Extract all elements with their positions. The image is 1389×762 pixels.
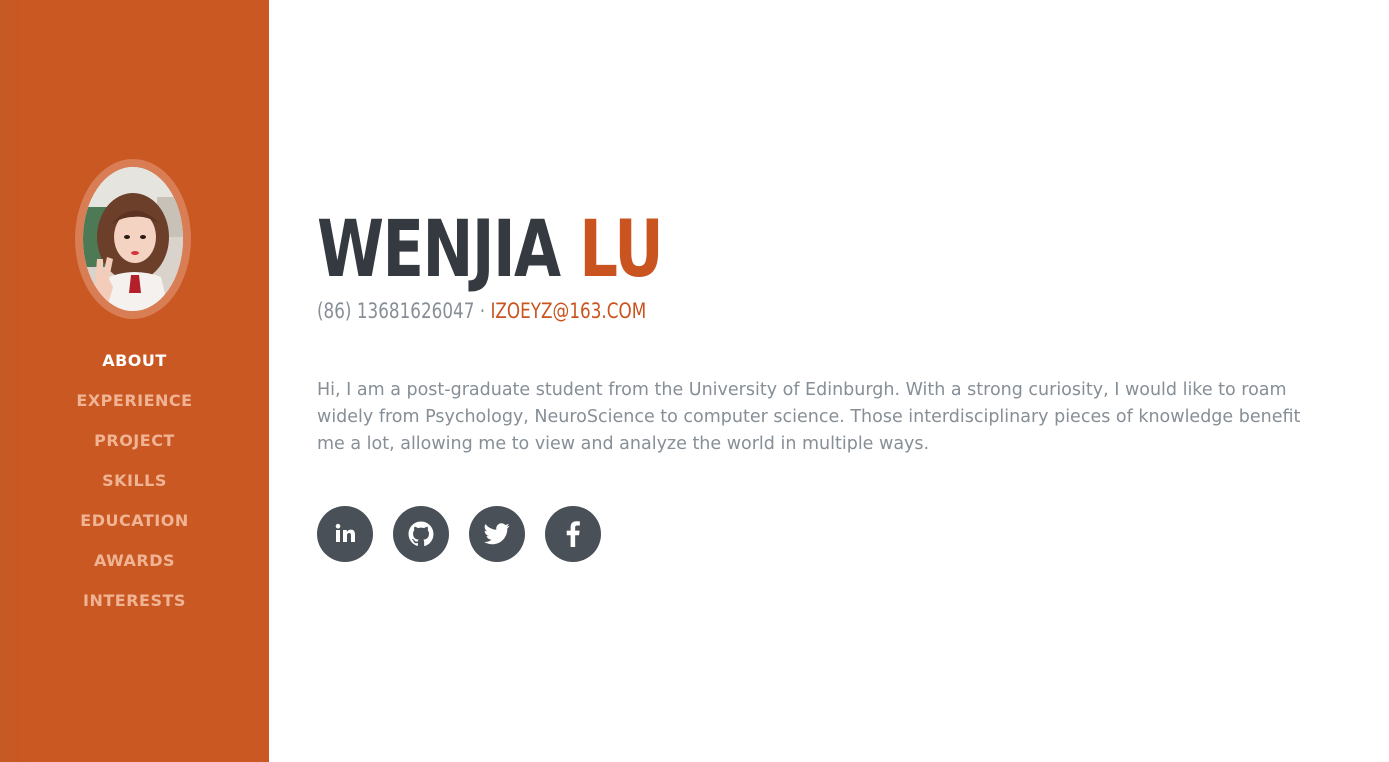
- nav-link-education[interactable]: EDUCATION: [80, 511, 188, 530]
- sidebar: ABOUT EXPERIENCE PROJECT SKILLS EDUCATIO…: [0, 0, 269, 762]
- twitter-icon: [484, 523, 510, 545]
- nav-item-interests: INTERESTS: [0, 580, 269, 620]
- sidebar-nav: ABOUT EXPERIENCE PROJECT SKILLS EDUCATIO…: [0, 340, 269, 620]
- social-links: [317, 506, 601, 562]
- avatar[interactable]: [83, 167, 183, 311]
- nav-item-project: PROJECT: [0, 420, 269, 460]
- contact-separator: ·: [479, 299, 486, 323]
- page-title: WENJIA LU: [317, 200, 664, 300]
- linkedin-button[interactable]: [317, 506, 373, 562]
- nav-item-about: ABOUT: [0, 340, 269, 380]
- last-name: LU: [579, 205, 663, 295]
- facebook-button[interactable]: [545, 506, 601, 562]
- avatar-frame: [75, 159, 191, 319]
- github-button[interactable]: [393, 506, 449, 562]
- nav-link-project[interactable]: PROJECT: [94, 431, 175, 450]
- nav-item-education: EDUCATION: [0, 500, 269, 540]
- twitter-button[interactable]: [469, 506, 525, 562]
- nav-item-experience: EXPERIENCE: [0, 380, 269, 420]
- contact-line: (86) 13681626047 · izoeyz@163.com: [317, 296, 646, 326]
- github-icon: [408, 521, 434, 547]
- facebook-icon: [566, 521, 580, 547]
- nav-link-interests[interactable]: INTERESTS: [83, 591, 186, 610]
- avatar-photo: [83, 167, 183, 311]
- nav-link-awards[interactable]: AWARDS: [94, 551, 175, 570]
- nav-link-skills[interactable]: SKILLS: [102, 471, 167, 490]
- nav-link-about[interactable]: ABOUT: [102, 351, 167, 370]
- first-name: WENJIA: [317, 205, 561, 295]
- linkedin-icon: [335, 523, 355, 542]
- nav-item-awards: AWARDS: [0, 540, 269, 580]
- phone-number: (86) 13681626047: [317, 299, 475, 323]
- bio-text: Hi, I am a post-graduate student from th…: [317, 380, 1301, 454]
- email-link[interactable]: izoeyz@163.com: [490, 299, 646, 323]
- about-section: WENJIA LU (86) 13681626047 · izoeyz@163.…: [317, 0, 1347, 762]
- nav-item-skills: SKILLS: [0, 460, 269, 500]
- nav-link-experience[interactable]: EXPERIENCE: [76, 391, 192, 410]
- page: ABOUT EXPERIENCE PROJECT SKILLS EDUCATIO…: [0, 0, 1389, 762]
